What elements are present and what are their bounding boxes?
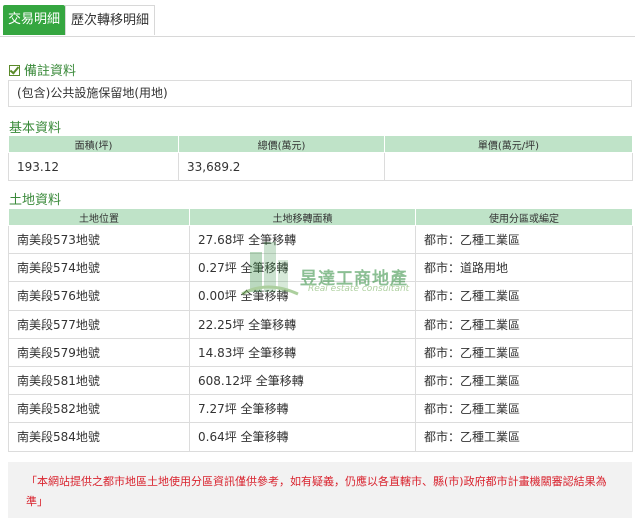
zoning-cell: 都市：乙種工業區: [415, 365, 633, 396]
table-row: 南美段584地號 0.64坪 全筆移轉 都市：乙種工業區: [8, 422, 633, 452]
land-location-cell: 南美段576地號: [8, 281, 190, 311]
transfer-area-cell: 0.64坪 全筆移轉: [189, 422, 416, 452]
remarks-box: (包含)公共設施保留地(用地): [8, 80, 632, 107]
tab-transfer-history[interactable]: 歷次轉移明細: [65, 5, 155, 35]
transfer-area-cell: 7.27坪 全筆移轉: [189, 394, 416, 424]
unit-price-value: [384, 152, 633, 181]
transfer-area-cell: 0.00坪 全筆移轉: [189, 281, 416, 311]
transfer-area-cell: 14.83坪 全筆移轉: [189, 337, 416, 367]
zoning-cell: 都市：乙種工業區: [415, 337, 633, 367]
remarks-section-title: 備註資料: [9, 60, 76, 79]
zoning-cell: 都市：乙種工業區: [415, 422, 633, 452]
zoning-cell: 都市：乙種工業區: [415, 309, 633, 339]
total-price-value: 33,689.2: [178, 152, 385, 181]
land-location-cell: 南美段577地號: [8, 309, 190, 339]
land-location-cell: 南美段581地號: [8, 365, 190, 396]
column-header: 單價(萬元/坪): [384, 135, 633, 153]
remarks-title-text: 備註資料: [24, 64, 77, 79]
column-header: 土地移轉面積: [189, 208, 416, 226]
basic-section-title: 基本資料: [9, 121, 62, 136]
disclaimer-box: 「本網站提供之都市地區土地使用分區資訊僅供參考，如有疑義，仍應以各直轄市、縣(市…: [8, 462, 632, 518]
land-location-cell: 南美段573地號: [8, 224, 190, 255]
table-row: 南美段579地號 14.83坪 全筆移轉 都市：乙種工業區: [8, 337, 633, 367]
table-header-row: 面積(坪) 總價(萬元) 單價(萬元/坪): [8, 135, 633, 153]
land-section-title: 土地資料: [9, 193, 62, 208]
column-header: 土地位置: [8, 208, 190, 226]
column-header: 總價(萬元): [178, 135, 385, 153]
table-row: 南美段573地號 27.68坪 全筆移轉 都市：乙種工業區: [8, 224, 633, 255]
land-location-cell: 南美段579地號: [8, 337, 190, 367]
table-row: 193.12 33,689.2: [8, 152, 633, 181]
land-location-cell: 南美段582地號: [8, 394, 190, 424]
land-location-cell: 南美段574地號: [8, 253, 190, 283]
table-row: 南美段577地號 22.25坪 全筆移轉 都市：乙種工業區: [8, 309, 633, 339]
tab-bar: 交易明細 歷次轉移明細: [0, 0, 635, 37]
disclaimer-text: 「本網站提供之都市地區土地使用分區資訊僅供參考，如有疑義，仍應以各直轄市、縣(市…: [26, 475, 607, 508]
table-row: 南美段576地號 0.00坪 全筆移轉 都市：乙種工業區: [8, 281, 633, 311]
transfer-area-cell: 608.12坪 全筆移轉: [189, 365, 416, 396]
zoning-cell: 都市：乙種工業區: [415, 394, 633, 424]
table-row: 南美段581地號 608.12坪 全筆移轉 都市：乙種工業區: [8, 365, 633, 396]
zoning-cell: 都市：乙種工業區: [415, 281, 633, 311]
transfer-area-cell: 0.27坪 全筆移轉: [189, 253, 416, 283]
column-header: 面積(坪): [8, 135, 179, 153]
checkbox-icon: [9, 65, 20, 76]
basic-info-table: 面積(坪) 總價(萬元) 單價(萬元/坪) 193.12 33,689.2: [8, 135, 633, 181]
remarks-text: (包含)公共設施保留地(用地): [17, 86, 168, 100]
column-header: 使用分區或編定: [415, 208, 633, 226]
transfer-area-cell: 27.68坪 全筆移轉: [189, 224, 416, 255]
table-row: 南美段574地號 0.27坪 全筆移轉 都市：道路用地: [8, 253, 633, 283]
land-location-cell: 南美段584地號: [8, 422, 190, 452]
area-value: 193.12: [8, 152, 179, 181]
land-info-table: 土地位置 土地移轉面積 使用分區或編定 南美段573地號 27.68坪 全筆移轉都…: [8, 208, 633, 452]
table-row: 南美段582地號 7.27坪 全筆移轉 都市：乙種工業區: [8, 394, 633, 424]
tab-transaction-details[interactable]: 交易明細: [3, 5, 65, 35]
zoning-cell: 都市：乙種工業區: [415, 224, 633, 255]
table-header-row: 土地位置 土地移轉面積 使用分區或編定: [8, 208, 633, 226]
transfer-area-cell: 22.25坪 全筆移轉: [189, 309, 416, 339]
zoning-cell: 都市：道路用地: [415, 253, 633, 283]
